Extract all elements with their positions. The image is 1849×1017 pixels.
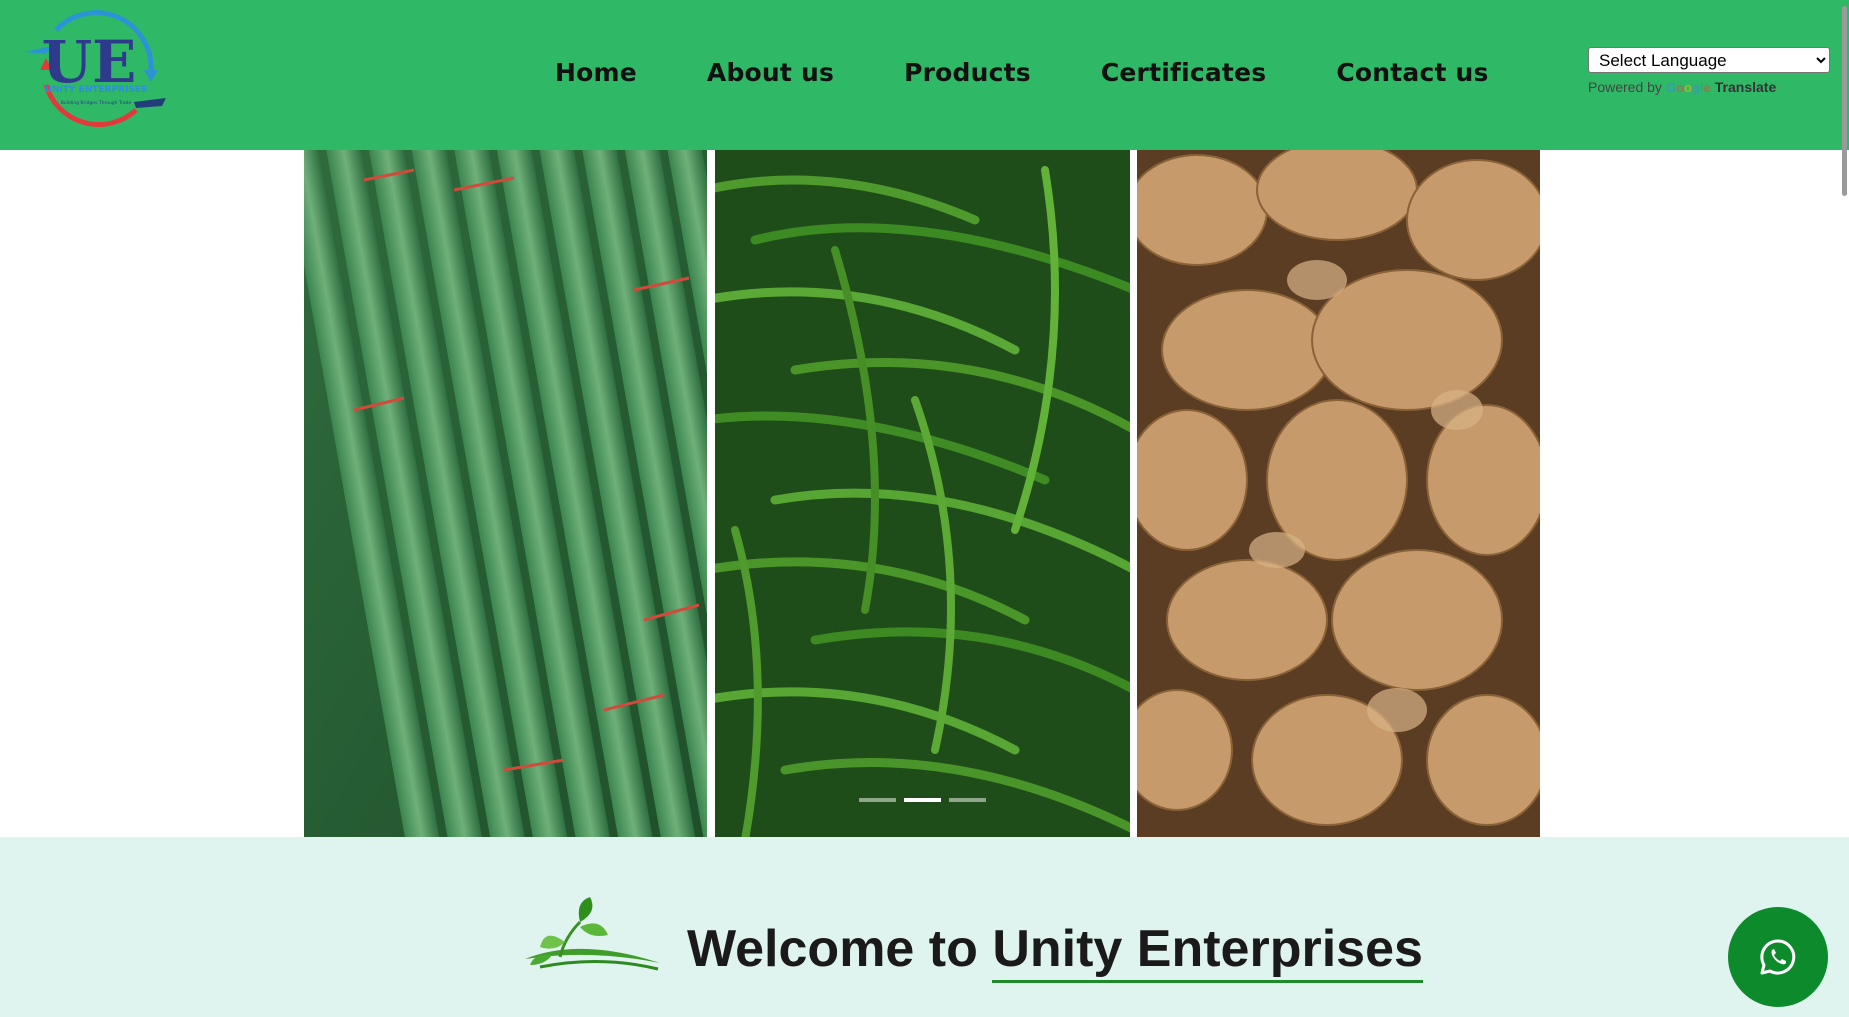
- carousel-indicator-3[interactable]: [949, 798, 986, 802]
- whatsapp-icon: [1760, 939, 1796, 975]
- nav-about-us[interactable]: About us: [707, 58, 834, 87]
- powered-by-line: Powered by Google Translate: [1588, 79, 1830, 95]
- svg-text:UNITY ENTERPRISES: UNITY ENTERPRISES: [45, 85, 148, 95]
- nav-certificates[interactable]: Certificates: [1101, 58, 1266, 87]
- scrollbar-thumb[interactable]: [1842, 6, 1847, 196]
- carousel-indicator-1[interactable]: [859, 798, 896, 802]
- translate-link[interactable]: Translate: [1715, 79, 1776, 95]
- nav-contact-us[interactable]: Contact us: [1336, 58, 1488, 87]
- hero-carousel: [304, 150, 1540, 837]
- unity-enterprises-logo[interactable]: UE UNITY ENTERPRISES Building Bridges Th…: [16, 10, 166, 135]
- powered-by-text: Powered by: [1588, 79, 1662, 95]
- whatsapp-chat-button[interactable]: [1728, 907, 1828, 1007]
- main-nav: Home About us Products Certificates Cont…: [520, 52, 1524, 92]
- svg-text:Building Bridges Through Trade: Building Bridges Through Trade: [61, 100, 132, 106]
- nav-home[interactable]: Home: [555, 58, 637, 87]
- language-select[interactable]: Select Language: [1588, 47, 1830, 73]
- welcome-brand-name: Unity Enterprises: [992, 920, 1423, 983]
- welcome-section: Welcome to Unity Enterprises: [0, 837, 1849, 1017]
- slide-green-chillies-image: [715, 150, 1130, 837]
- slide-ginger-image: [1137, 150, 1540, 837]
- google-logo: Google: [1665, 79, 1711, 95]
- leaf-sprout-icon: [520, 897, 665, 977]
- welcome-prefix: Welcome to: [687, 920, 978, 978]
- nav-products[interactable]: Products: [904, 58, 1031, 87]
- slide-drumsticks-image: [304, 150, 707, 837]
- welcome-heading: Welcome to Unity Enterprises: [687, 919, 1423, 983]
- carousel-indicators: [859, 798, 986, 802]
- google-translate-widget: Select Language Powered by Google Transl…: [1588, 47, 1830, 95]
- site-header: UE UNITY ENTERPRISES Building Bridges Th…: [0, 0, 1849, 150]
- carousel-indicator-2-active[interactable]: [904, 798, 941, 802]
